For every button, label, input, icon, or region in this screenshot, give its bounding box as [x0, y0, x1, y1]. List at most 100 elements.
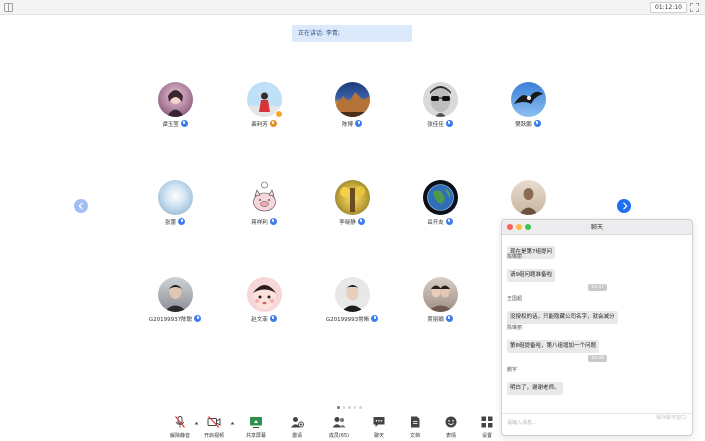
mic-status-icon	[269, 315, 277, 322]
avatar	[246, 277, 282, 312]
avatar	[422, 277, 458, 312]
participant-tile[interactable]: 陈博	[312, 82, 392, 129]
start-video-label: 开启视频	[203, 433, 224, 439]
speaking-indicator: 正在讲话: 李青;	[292, 25, 412, 42]
mic-status-icon	[180, 120, 188, 127]
start-video-button[interactable]: 开启视频	[194, 412, 234, 441]
participant-name: 张蕾	[164, 220, 176, 226]
participant-tile[interactable]: 李晓静	[312, 180, 392, 227]
chat-message: 陈琳丽 第8组提备哈，第八组增加一个问题	[507, 325, 600, 353]
document-icon	[411, 416, 420, 428]
avatar	[157, 277, 193, 312]
microphone-muted-icon	[175, 416, 185, 428]
avatar	[246, 180, 282, 215]
settings-grid-icon	[481, 416, 493, 428]
participant-name: 张佳佳	[427, 122, 444, 128]
participant-name: 谭玉莹	[162, 122, 179, 128]
chat-bubble-icon	[373, 417, 385, 427]
mic-status-icon	[194, 315, 202, 322]
members-icon	[332, 417, 346, 428]
chat-title-bar: 聊天	[502, 220, 692, 235]
message-sender: 鹏宇	[507, 367, 518, 373]
chat-input[interactable]: 请输入消息...	[507, 419, 537, 426]
page-dot[interactable]	[348, 406, 351, 409]
invite-button[interactable]: 邀请	[277, 412, 317, 441]
participant-tile[interactable]: 谭玉莹	[135, 82, 215, 129]
members-label: 成员(65)	[328, 433, 350, 439]
chat-button[interactable]: 聊天	[359, 412, 399, 441]
message-timestamp: 10:48	[588, 355, 607, 362]
meeting-timer: 01:12:10	[650, 2, 687, 13]
mic-status-icon	[269, 120, 277, 127]
participant-name: G20199993常晰	[325, 317, 370, 323]
page-dot[interactable]	[359, 406, 362, 409]
mic-status-icon	[269, 218, 277, 225]
zoom-window-icon[interactable]	[525, 224, 531, 230]
close-window-icon[interactable]	[507, 224, 513, 230]
participant-tile[interactable]: 蒋祥利	[224, 180, 304, 227]
fullscreen-icon[interactable]	[690, 3, 699, 12]
share-screen-button[interactable]: 共享屏幕	[236, 412, 276, 441]
page-indicator	[337, 406, 362, 409]
emoji-label: 表情	[445, 433, 456, 439]
next-page-button[interactable]	[617, 199, 631, 213]
avatar	[157, 82, 193, 117]
participant-name: G20199937陈聪	[148, 317, 193, 323]
participant-tile[interactable]: 岳开友	[400, 180, 480, 227]
share-screen-label: 共享屏幕	[245, 433, 266, 439]
participant-tile[interactable]: 樊跃鹏	[488, 82, 568, 129]
message-text: 明白了，谢谢老师。	[507, 382, 563, 395]
message-sender: 陈琳丽	[507, 325, 523, 331]
message-timestamp: 10:47	[588, 284, 607, 291]
page-dot[interactable]	[337, 406, 340, 409]
avatar	[334, 180, 370, 215]
participant-tile[interactable]: 裴利芳	[224, 82, 304, 129]
participant-name: 贾丽娟	[427, 317, 444, 323]
grid-view-icon[interactable]	[4, 3, 13, 12]
mic-status-icon	[178, 218, 185, 225]
documents-button[interactable]: 文档	[395, 412, 435, 441]
mic-status-icon	[355, 120, 362, 127]
chat-title: 聊天	[590, 224, 603, 231]
add-user-icon	[291, 417, 304, 428]
participant-tile[interactable]: 赵文菲	[224, 277, 304, 324]
avatar	[510, 82, 546, 117]
mic-status-icon	[445, 120, 453, 127]
mic-status-icon	[371, 315, 379, 322]
message-sender: 王国超	[507, 296, 523, 302]
page-dot[interactable]	[353, 406, 356, 409]
mic-status-icon	[357, 218, 365, 225]
participant-name: 陈博	[341, 122, 353, 128]
participant-tile[interactable]: 贾丽娟	[400, 277, 480, 324]
message-text: 没授权的话，只能隐藏公司名字，就会减分	[507, 311, 618, 324]
mic-status-icon	[445, 315, 453, 322]
participant-tile[interactable]	[488, 180, 568, 215]
previous-page-button[interactable]	[74, 199, 88, 213]
message-text: 第8组提备哈，第八组增加一个问题	[507, 340, 600, 353]
message-text: 请9组问题准备啦	[507, 269, 555, 282]
invite-label: 邀请	[291, 433, 302, 439]
avatar	[334, 277, 370, 312]
participant-name: 樊跃鹏	[515, 122, 532, 128]
chat-label: 聊天	[373, 433, 384, 439]
chat-message: 鹏宇 明白了，谢谢老师。	[507, 367, 563, 395]
video-options-caret-icon[interactable]	[230, 421, 235, 425]
chat-input-area[interactable]: 请输入消息...	[502, 413, 692, 435]
minimize-window-icon[interactable]	[516, 224, 522, 230]
camera-off-icon	[207, 416, 221, 428]
avatar	[422, 180, 458, 215]
participant-tile[interactable]: G20199937陈聪	[135, 277, 215, 324]
chat-message: 陈琳丽 请9组问题准备啦	[507, 254, 555, 282]
participant-tile[interactable]: 张蕾	[135, 180, 215, 227]
participant-tile[interactable]: 张佳佳	[400, 82, 480, 129]
participant-name: 蒋祥利	[251, 220, 268, 226]
avatar	[157, 180, 193, 215]
avatar	[246, 82, 283, 118]
participant-tile[interactable]: G20199993常晰	[312, 277, 392, 324]
emoji-button[interactable]: 表情	[431, 412, 471, 441]
page-dot[interactable]	[342, 406, 345, 409]
share-screen-icon	[250, 417, 262, 428]
members-button[interactable]: 成员(65)	[319, 412, 359, 441]
participant-name: 李晓静	[339, 220, 356, 226]
documents-label: 文档	[409, 433, 420, 439]
